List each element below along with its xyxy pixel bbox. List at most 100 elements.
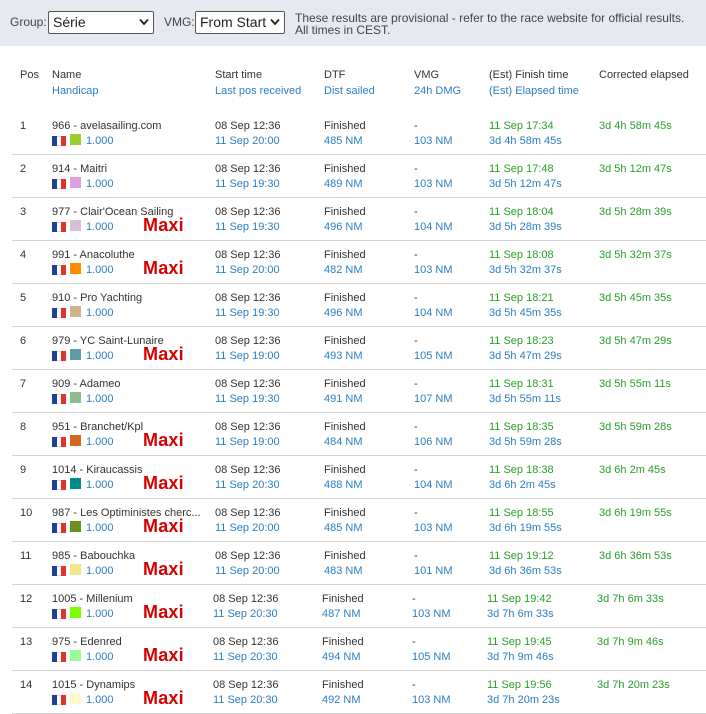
header-start-time[interactable]: Start time — [215, 69, 262, 81]
row-finish-time: 11 Sep 18:35 — [489, 421, 554, 433]
header-handicap[interactable]: Handicap — [52, 85, 98, 97]
row-dtf: Finished — [324, 292, 366, 304]
row-dtf: Finished — [324, 421, 366, 433]
row-dist-sailed: 491 NM — [324, 393, 363, 405]
maxi-annotation: Maxi — [143, 516, 184, 536]
boat-color-swatch — [70, 607, 81, 618]
header-corrected-elapsed[interactable]: Corrected elapsed — [599, 69, 689, 81]
row-dist-sailed: 489 NM — [324, 178, 363, 190]
maxi-annotation: Maxi — [143, 688, 184, 708]
row-vmg: - — [414, 507, 418, 519]
row-24h-dmg: 103 NM — [414, 178, 453, 190]
row-24h-dmg: 104 NM — [414, 479, 453, 491]
row-start-time: 08 Sep 12:36 — [215, 292, 281, 304]
header-dist-sailed[interactable]: Dist sailed — [324, 85, 375, 97]
row-dist-sailed: 482 NM — [324, 264, 363, 276]
row-handicap: 1.000 — [86, 651, 114, 663]
row-dtf: Finished — [324, 378, 366, 390]
row-dist-sailed: 492 NM — [322, 694, 361, 706]
row-corrected-elapsed: 3d 7h 20m 23s — [597, 679, 670, 691]
row-last-pos: 11 Sep 20:30 — [213, 608, 278, 620]
header-name[interactable]: Name — [52, 69, 81, 81]
table-row[interactable]: 3 977 - Clair'Ocean Sailing 1.000 08 Sep 12… — [12, 198, 706, 241]
row-start-time: 08 Sep 12:36 — [215, 120, 281, 132]
row-start-time: 08 Sep 12:36 — [215, 464, 281, 476]
row-finish-time: 11 Sep 18:04 — [489, 206, 554, 218]
table-row[interactable]: 6 979 - YC Saint-Lunaire 1.000 08 Sep 12:36… — [12, 327, 706, 370]
table-row[interactable]: 14 1015 - Dynamips 1.000 08 Sep 12:36 11 Sep… — [12, 671, 706, 714]
table-row[interactable]: 2 914 - Maitri 1.000 08 Sep 12:36 11 Sep 19:… — [12, 155, 706, 198]
row-boat-name: 1015 - Dynamips — [52, 679, 136, 691]
row-finish-time: 11 Sep 18:23 — [489, 335, 554, 347]
maxi-annotation: Maxi — [143, 344, 184, 364]
row-start-time: 08 Sep 12:36 — [213, 679, 279, 691]
boat-color-swatch — [70, 134, 81, 145]
provisional-notice: These results are provisional - refer to… — [295, 12, 684, 36]
row-start-time: 08 Sep 12:36 — [215, 335, 281, 347]
france-flag-icon — [52, 136, 67, 146]
row-corrected-elapsed: 3d 7h 9m 46s — [597, 636, 664, 648]
row-dtf: Finished — [324, 507, 366, 519]
row-dtf: Finished — [324, 335, 366, 347]
header-elapsed-time[interactable]: (Est) Elapsed time — [489, 85, 579, 97]
row-dist-sailed: 488 NM — [324, 479, 363, 491]
row-dtf: Finished — [324, 249, 366, 261]
row-last-pos: 11 Sep 20:00 — [215, 135, 280, 147]
row-boat-name: 1005 - Millenium — [52, 593, 133, 605]
row-finish-time: 11 Sep 17:48 — [489, 163, 554, 175]
table-row[interactable]: 12 1005 - Millenium 1.000 08 Sep 12:36 11 Se… — [12, 585, 706, 628]
row-start-time: 08 Sep 12:36 — [215, 163, 281, 175]
france-flag-icon — [52, 394, 67, 404]
group-label: Group: — [10, 15, 47, 29]
table-row[interactable]: 1 966 - avelasailing.com 1.000 08 Sep 12:36… — [12, 112, 706, 155]
row-dtf: Finished — [324, 120, 366, 132]
group-select[interactable]: Série — [48, 11, 154, 34]
header-vmg[interactable]: VMG — [414, 69, 439, 81]
boat-color-swatch — [70, 693, 81, 704]
row-vmg: - — [414, 292, 418, 304]
header-last-pos[interactable]: Last pos received — [215, 85, 301, 97]
boat-color-swatch — [70, 349, 81, 360]
row-handicap: 1.000 — [86, 135, 114, 147]
table-row[interactable]: 8 951 - Branchet/Kpl 1.000 08 Sep 12:36 11 S… — [12, 413, 706, 456]
header-24h-dmg[interactable]: 24h DMG — [414, 85, 461, 97]
row-finish-time: 11 Sep 19:45 — [487, 636, 552, 648]
table-row[interactable]: 7 909 - Adameo 1.000 08 Sep 12:36 11 Sep 19:… — [12, 370, 706, 413]
row-pos: 13 — [20, 636, 33, 648]
header-finish-time[interactable]: (Est) Finish time — [489, 69, 568, 81]
maxi-annotation: Maxi — [143, 430, 184, 450]
row-pos: 7 — [20, 378, 27, 390]
row-handicap: 1.000 — [86, 436, 114, 448]
row-corrected-elapsed: 3d 4h 58m 45s — [599, 120, 672, 132]
row-handicap: 1.000 — [86, 221, 114, 233]
row-pos: 10 — [20, 507, 33, 519]
header-pos[interactable]: Pos — [20, 69, 39, 81]
row-dist-sailed: 494 NM — [322, 651, 361, 663]
table-row[interactable]: 4 991 - Anacoluthe 1.000 08 Sep 12:36 11 Sep… — [12, 241, 706, 284]
table-row[interactable]: 5 910 - Pro Yachting 1.000 08 Sep 12:36 11 S… — [12, 284, 706, 327]
row-boat-name: 1014 - Kiraucassis — [52, 464, 143, 476]
row-dist-sailed: 496 NM — [324, 221, 363, 233]
table-row[interactable]: 13 975 - Edenred 1.000 08 Sep 12:36 11 Sep 2… — [12, 628, 706, 671]
vmg-select[interactable]: From Start — [195, 11, 285, 34]
table-row[interactable]: 10 987 - Les Optiministes cherc... 1.000 08… — [12, 499, 706, 542]
chevron-down-icon — [270, 18, 280, 26]
row-handicap: 1.000 — [86, 565, 114, 577]
row-elapsed-time: 3d 5h 28m 39s — [489, 221, 562, 233]
row-pos: 4 — [20, 249, 27, 261]
header-dtf[interactable]: DTF — [324, 69, 345, 81]
boat-color-swatch — [70, 650, 81, 661]
row-pos: 1 — [20, 120, 27, 132]
table-row[interactable]: 9 1014 - Kiraucassis 1.000 08 Sep 12:36 11 S… — [12, 456, 706, 499]
row-last-pos: 11 Sep 20:30 — [213, 694, 278, 706]
row-boat-name: 966 - avelasailing.com — [52, 120, 162, 132]
row-vmg: - — [414, 163, 418, 175]
row-24h-dmg: 103 NM — [412, 608, 451, 620]
table-row[interactable]: 11 985 - Babouchka 1.000 08 Sep 12:36 11 Sep… — [12, 542, 706, 585]
row-elapsed-time: 3d 5h 59m 28s — [489, 436, 562, 448]
row-24h-dmg: 104 NM — [414, 307, 453, 319]
row-start-time: 08 Sep 12:36 — [215, 421, 281, 433]
row-dist-sailed: 493 NM — [324, 350, 363, 362]
maxi-annotation: Maxi — [143, 215, 184, 235]
row-vmg: - — [414, 120, 418, 132]
